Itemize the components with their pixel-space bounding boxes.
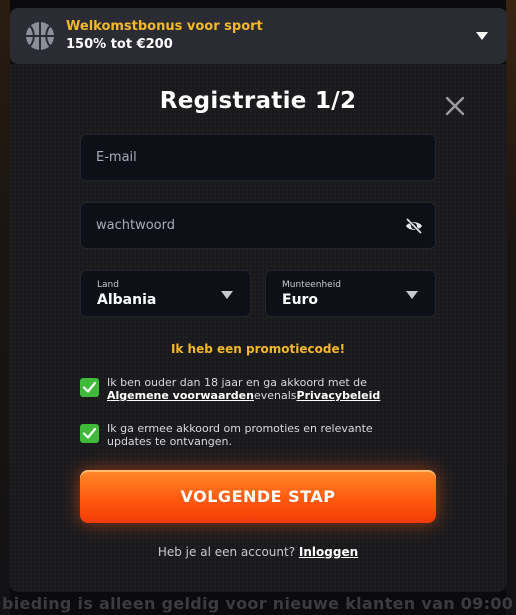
consent-age-text-before: Ik ben ouder dan 18 jaar en ga akkoord m… xyxy=(107,376,367,389)
consent-age-row: Ik ben ouder dan 18 jaar en ga akkoord m… xyxy=(80,376,420,402)
consent-age-text: Ik ben ouder dan 18 jaar en ga akkoord m… xyxy=(107,376,380,402)
login-prompt-row: Heb je al een account? Inloggen xyxy=(0,545,516,559)
bonus-title: Welkomstbonus voor sport xyxy=(66,19,263,34)
login-link[interactable]: Inloggen xyxy=(299,545,358,559)
country-label: Land xyxy=(97,280,119,290)
chevron-down-icon[interactable] xyxy=(475,31,489,41)
checkmark-icon xyxy=(83,428,96,439)
currency-value: Euro xyxy=(282,292,319,308)
consent-marketing-checkbox[interactable] xyxy=(80,424,99,443)
login-prompt: Heb je al een account? xyxy=(157,545,296,559)
password-field-container xyxy=(80,202,436,249)
next-step-button[interactable]: VOLGENDE STAP xyxy=(80,470,436,523)
basketball-icon xyxy=(26,22,54,50)
consent-age-checkbox[interactable] xyxy=(80,378,99,397)
consent-age-text-between: evenals xyxy=(253,389,297,402)
email-field-container xyxy=(80,134,436,181)
background-footer-text: bieding is alleen geldig voor nieuwe kla… xyxy=(2,594,516,613)
chevron-down-icon xyxy=(221,291,233,299)
password-input[interactable] xyxy=(96,203,396,248)
currency-label: Munteenheid xyxy=(282,280,341,290)
country-select[interactable]: Land Albania xyxy=(80,270,251,317)
bonus-subtitle: 150% tot €200 xyxy=(66,37,173,52)
consent-marketing-text: Ik ga ermee akkoord om promoties en rele… xyxy=(107,422,373,448)
terms-link[interactable]: Algemene voorwaarden xyxy=(107,389,254,402)
privacy-link[interactable]: Privacybeleid xyxy=(297,389,381,402)
welcome-bonus-selector[interactable]: Welkomstbonus voor sport 150% tot €200 xyxy=(10,8,507,64)
country-value: Albania xyxy=(97,292,157,308)
email-input[interactable] xyxy=(96,135,396,180)
currency-select[interactable]: Munteenheid Euro xyxy=(265,270,436,317)
modal-title: Registratie 1/2 xyxy=(159,88,357,114)
bonus-text: Welkomstbonus voor sport 150% tot €200 xyxy=(66,18,263,54)
chevron-down-icon xyxy=(406,291,418,299)
promo-code-link[interactable]: Ik heb een promotiecode! xyxy=(0,342,516,356)
close-icon[interactable] xyxy=(444,95,466,117)
checkmark-icon xyxy=(83,382,96,393)
eye-off-icon[interactable] xyxy=(405,218,423,234)
consent-marketing-row: Ik ga ermee akkoord om promoties en rele… xyxy=(80,422,410,448)
